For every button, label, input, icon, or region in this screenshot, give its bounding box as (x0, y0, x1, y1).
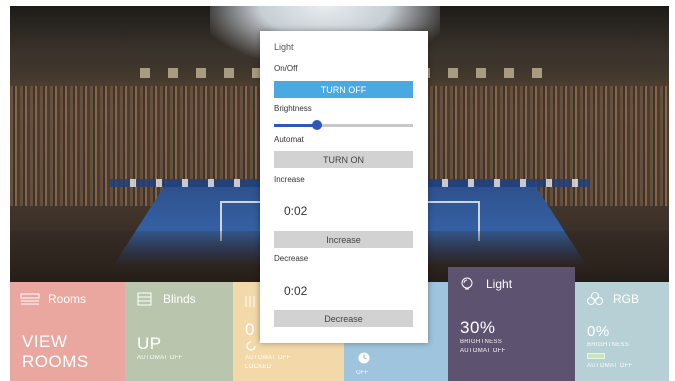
increase-button[interactable]: Increase (274, 231, 413, 248)
decrease-button[interactable]: Decrease (274, 310, 413, 327)
tile-heating-status-locked: LOCKED (245, 364, 272, 370)
tile-rgb-header: RGB (585, 292, 639, 306)
refresh-icon (246, 341, 256, 351)
tile-light-value: 30% (460, 318, 496, 337)
brightness-slider[interactable] (274, 120, 413, 130)
tile-light-header: Light (458, 277, 512, 291)
tile-light[interactable]: Light 30% BRIGHTNESS AUTOMAT OFF (448, 267, 575, 381)
heating-icon (245, 296, 255, 307)
tile-blinds-status: AUTOMAT OFF (137, 355, 183, 361)
tile-rgb-status-automat: AUTOMAT OFF (587, 363, 633, 369)
light-bulb-icon (461, 277, 473, 290)
rgb-color-swatch (587, 353, 605, 359)
tile-rgb-title: RGB (613, 292, 640, 306)
tile-clock-status: OFF (356, 370, 369, 376)
tile-light-status: BRIGHTNESS (460, 339, 503, 345)
tile-rooms-value-line2: ROOMS (22, 352, 89, 371)
tile-rooms-header: Rooms (20, 292, 86, 306)
decrease-label: Decrease (274, 254, 309, 263)
tile-rgb-value: 0% (587, 323, 610, 340)
onoff-label: On/Off (274, 64, 298, 73)
tile-rooms[interactable]: Rooms VIEW ROOMS (10, 282, 125, 381)
tile-light-title: Light (486, 277, 513, 291)
brightness-label: Brightness (274, 104, 312, 113)
decrease-time-value[interactable]: 0:02 (284, 284, 307, 298)
clock-icon (358, 352, 370, 364)
turn-off-button[interactable]: TURN OFF (274, 81, 413, 98)
popup-title: Light (274, 42, 294, 52)
tile-rgb-status: BRIGHTNESS (587, 342, 630, 348)
rooms-icon (20, 293, 40, 305)
tile-rooms-value-line1: VIEW (22, 332, 68, 351)
app-frame: Rooms VIEW ROOMS Blinds UP AUTOMAT OFF 0… (0, 0, 675, 381)
tile-blinds-title: Blinds (163, 292, 196, 306)
increase-time-value[interactable]: 0:02 (284, 204, 307, 218)
tile-blinds[interactable]: Blinds UP AUTOMAT OFF (125, 282, 233, 381)
automat-label: Automat (274, 135, 304, 144)
increase-label: Increase (274, 175, 305, 184)
blinds-icon (137, 292, 152, 306)
brightness-slider-fill (274, 124, 318, 127)
light-control-popup: Light On/Off TURN OFF Brightness Automat… (260, 31, 428, 343)
tile-blinds-header: Blinds (135, 292, 196, 306)
tile-blinds-value: UP (137, 334, 162, 353)
tile-heating-value: 0 (245, 320, 255, 339)
tile-light-status-automat: AUTOMAT OFF (460, 348, 506, 354)
tile-heating-status: AUTOMAT OFF (245, 355, 291, 361)
brightness-slider-handle[interactable] (312, 120, 323, 130)
tile-rgb[interactable]: RGB 0% BRIGHTNESS AUTOMAT OFF (575, 282, 669, 381)
tile-rooms-title: Rooms (48, 292, 87, 306)
turn-on-button[interactable]: TURN ON (274, 151, 413, 168)
rgb-icon (587, 292, 603, 305)
